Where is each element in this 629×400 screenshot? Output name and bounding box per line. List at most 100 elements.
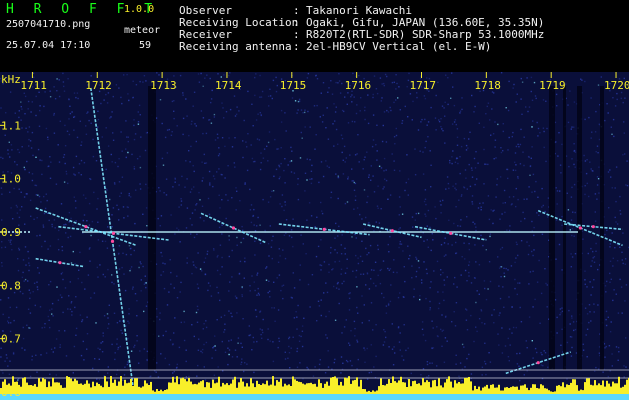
noise-speck <box>541 187 543 190</box>
level-bar <box>242 381 244 394</box>
noise-speck <box>546 284 548 286</box>
noise-speck <box>387 302 390 305</box>
noise-speck <box>178 346 181 349</box>
noise-speck <box>325 282 327 284</box>
noise-speck <box>395 99 397 101</box>
noise-speck <box>484 287 486 290</box>
noise-speck <box>586 328 589 330</box>
noise-speck <box>14 112 16 114</box>
noise-speck <box>398 86 400 88</box>
noise-speck <box>363 228 366 230</box>
noise-speck <box>205 320 207 322</box>
noise-speck <box>327 350 329 352</box>
noise-speck <box>277 309 280 311</box>
noise-speck <box>285 219 288 221</box>
noise-speck <box>119 195 121 197</box>
noise-speck <box>622 154 624 156</box>
noise-speck <box>296 347 299 350</box>
noise-speck <box>624 153 626 155</box>
noise-speck <box>573 150 575 152</box>
noise-speck <box>479 202 481 205</box>
noise-speck <box>257 216 259 219</box>
level-bar <box>80 383 82 394</box>
noise-speck <box>197 252 199 254</box>
level-bar <box>304 384 306 394</box>
noise-speck <box>49 90 51 92</box>
noise-speck <box>306 158 308 160</box>
noise-speck <box>532 173 535 176</box>
noise-speck <box>114 183 116 185</box>
noise-speck <box>615 346 618 348</box>
noise-speck <box>240 241 242 244</box>
noise-speck <box>354 154 357 156</box>
noise-speck <box>514 287 516 290</box>
noise-speck <box>138 104 141 107</box>
noise-speck <box>127 140 129 143</box>
noise-speck <box>341 234 343 236</box>
noise-speck <box>315 255 318 258</box>
noise-speck <box>503 189 506 192</box>
level-bar <box>546 388 548 394</box>
noise-speck <box>349 154 351 156</box>
noise-speck <box>425 203 427 206</box>
noise-speck <box>466 280 468 282</box>
noise-speck <box>514 169 517 172</box>
noise-speck <box>224 351 227 353</box>
noise-speck <box>173 117 175 120</box>
level-bar <box>244 386 246 394</box>
noise-speck <box>412 100 414 103</box>
noise-speck <box>9 156 11 158</box>
noise-speck <box>348 309 351 311</box>
noise-speck <box>112 139 115 141</box>
noise-speck <box>475 301 477 304</box>
level-bar <box>164 390 166 394</box>
noise-speck <box>427 246 429 248</box>
noise-speck <box>74 174 76 176</box>
noise-speck <box>79 120 81 122</box>
noise-speck <box>368 176 370 178</box>
noise-speck <box>231 276 233 278</box>
noise-speck <box>482 244 484 247</box>
noise-speck <box>388 346 390 348</box>
noise-speck <box>41 173 43 176</box>
noise-speck <box>608 207 610 209</box>
level-bar <box>254 387 256 394</box>
noise-speck <box>51 223 53 226</box>
noise-speck <box>253 341 255 343</box>
noise-speck <box>290 296 292 299</box>
level-bar <box>394 381 396 394</box>
level-bar <box>352 380 354 394</box>
noise-speck <box>107 268 109 271</box>
level-bar <box>56 382 58 394</box>
noise-speck <box>485 298 488 301</box>
noise-speck <box>116 338 118 340</box>
noise-speck <box>375 88 378 90</box>
noise-speck <box>357 312 359 314</box>
noise-speck <box>251 275 253 277</box>
noise-speck <box>485 113 487 115</box>
noise-speck <box>600 76 602 78</box>
noise-speck <box>113 182 116 184</box>
noise-speck <box>543 146 545 149</box>
noise-speck <box>125 156 127 159</box>
level-bar <box>270 384 272 394</box>
noise-speck <box>449 159 451 162</box>
noise-speck <box>311 274 314 276</box>
noise-speck <box>344 96 346 98</box>
noise-speck <box>361 322 363 324</box>
level-bar <box>362 389 364 394</box>
noise-speck <box>131 153 133 156</box>
noise-speck <box>527 110 529 113</box>
level-bar <box>422 378 424 394</box>
noise-speck <box>319 264 321 266</box>
noise-speck <box>289 367 291 369</box>
noise-speck <box>625 284 628 286</box>
level-bar <box>386 383 388 394</box>
noise-speck <box>559 308 562 310</box>
noise-speck <box>360 97 362 99</box>
noise-speck <box>145 286 147 289</box>
noise-speck <box>460 219 462 221</box>
noise-speck <box>132 80 134 82</box>
noise-speck <box>396 82 398 85</box>
level-bar <box>364 389 366 394</box>
